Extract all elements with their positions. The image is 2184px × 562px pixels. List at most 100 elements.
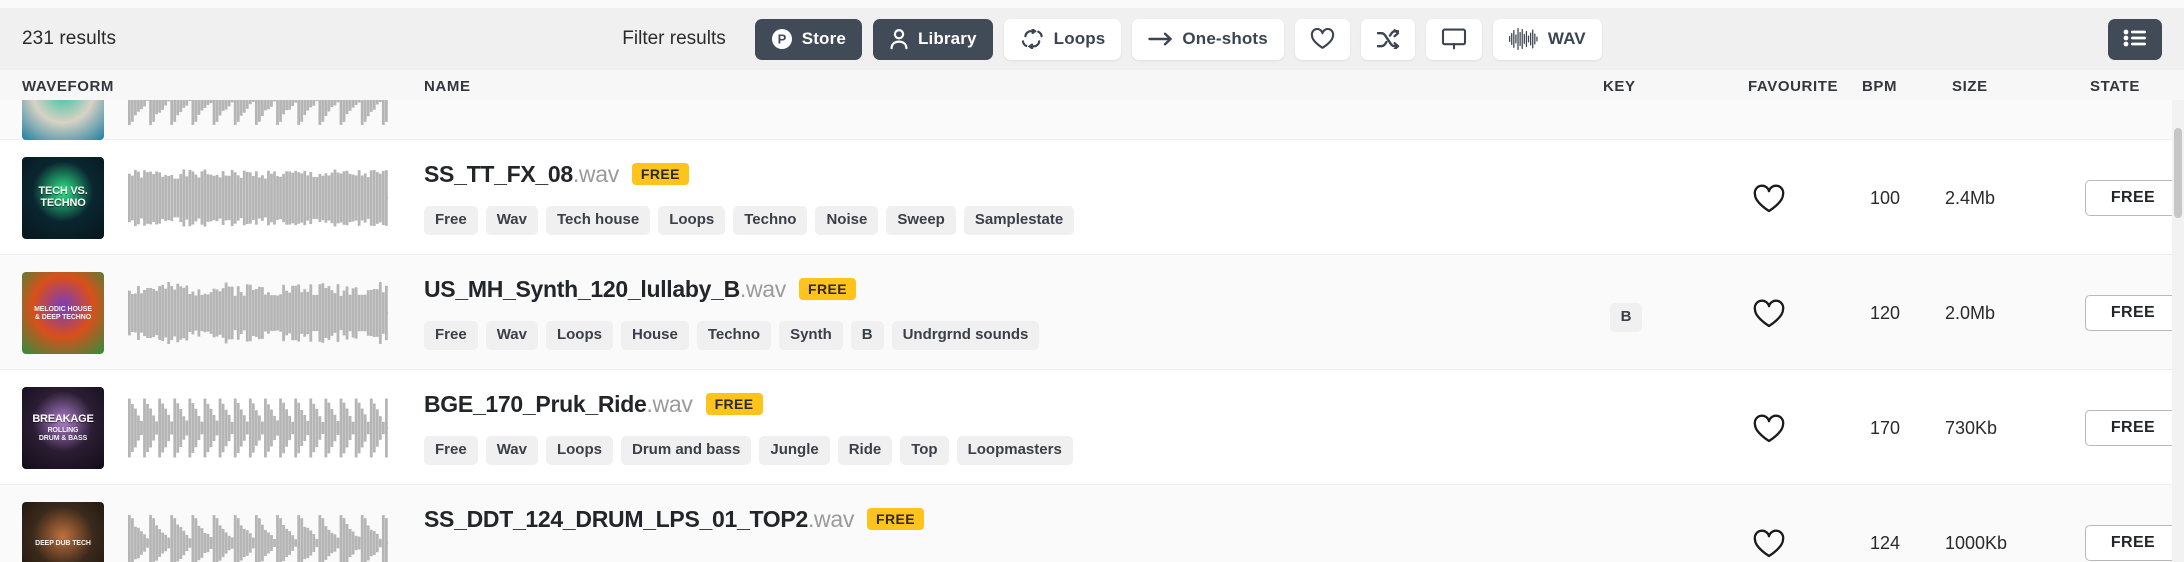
download-free-button[interactable]: FREE bbox=[2085, 180, 2181, 216]
tag-chip[interactable]: House bbox=[620, 321, 689, 350]
sample-waveform[interactable] bbox=[128, 512, 388, 562]
filter-chip-wav[interactable]: WAV bbox=[1492, 18, 1602, 60]
filter-results-label: Filter results bbox=[622, 28, 726, 49]
tag-chip[interactable]: Free bbox=[424, 206, 478, 235]
tag-chip[interactable]: Jungle bbox=[759, 436, 830, 465]
filter-chip-label: One-shots bbox=[1182, 29, 1268, 48]
heart-icon bbox=[1310, 28, 1335, 50]
results-scrollbar-thumb[interactable] bbox=[2174, 128, 2182, 218]
thumbnail-subtitle: ROLLING DRUM & BASS bbox=[38, 427, 88, 442]
thumbnail-artwork bbox=[22, 100, 104, 140]
thumbnail-title: BREAKAGE bbox=[32, 412, 94, 425]
column-header-size: SIZE bbox=[1952, 78, 1988, 95]
tag-chip[interactable]: Free bbox=[424, 436, 478, 465]
filename-base: US_MH_Synth_120_lullaby_B bbox=[424, 275, 740, 302]
filter-chip-label: Store bbox=[801, 29, 846, 48]
result-row[interactable]: TECH VS. TECHNO SS_TT_FX_08.wav FREE Free Wa… bbox=[0, 140, 2184, 255]
waveform-icon bbox=[1508, 27, 1539, 51]
tag-chip[interactable]: Loopmasters bbox=[956, 436, 1073, 465]
tag-chip[interactable]: Loops bbox=[545, 321, 613, 350]
tag-chip[interactable]: B bbox=[850, 321, 884, 350]
sample-waveform[interactable] bbox=[128, 100, 388, 128]
result-row[interactable]: MELODIC HOUSE & DEEP TECHNO US_MH_Synth_1… bbox=[0, 255, 2184, 370]
thumbnail-artwork: TECH VS. TECHNO bbox=[22, 157, 104, 239]
tag-chip[interactable]: Ride bbox=[837, 436, 893, 465]
key-badge: B bbox=[1609, 303, 1643, 332]
sample-pack-thumbnail[interactable]: TECH VS. TECHNO bbox=[22, 157, 104, 239]
filter-chip-shuffle[interactable] bbox=[1360, 18, 1415, 60]
sample-waveform[interactable] bbox=[128, 397, 388, 459]
tag-row: Free Wav Loops Drum and bass Jungle Ride Top Lo… bbox=[424, 436, 1564, 465]
favourite-heart-icon[interactable] bbox=[1752, 184, 1794, 218]
sample-pack-thumbnail[interactable] bbox=[22, 100, 104, 140]
tag-chip[interactable]: Tech house bbox=[545, 206, 651, 235]
filename-extension: .wav bbox=[572, 160, 619, 187]
favourite-heart-icon[interactable] bbox=[1752, 299, 1794, 333]
thumbnail-artwork: MELODIC HOUSE & DEEP TECHNO bbox=[22, 272, 104, 354]
tag-chip[interactable]: Loops bbox=[658, 206, 726, 235]
filename-extension: .wav bbox=[739, 275, 786, 302]
results-list: FreeWavTechnoLoopsElectroHouseKickWave a… bbox=[0, 100, 2184, 562]
filter-chip-heart[interactable] bbox=[1294, 18, 1350, 60]
tag-chip[interactable]: Drum and bass bbox=[620, 436, 752, 465]
result-row[interactable]: FreeWavTechnoLoopsElectroHouseKickWave a… bbox=[0, 100, 2184, 140]
state-cell: FREE bbox=[2085, 180, 2181, 216]
filter-chip-one-shots[interactable]: One-shots bbox=[1132, 18, 1284, 60]
tag-chip[interactable]: Techno bbox=[696, 321, 772, 350]
sample-filename[interactable]: SS_TT_FX_08.wav bbox=[424, 161, 619, 188]
tag-chip[interactable]: Techno bbox=[733, 206, 808, 235]
column-header-bpm: BPM bbox=[1862, 78, 1898, 95]
filter-chip-store[interactable]: P Store bbox=[754, 18, 862, 60]
filter-chip-label: Library bbox=[917, 29, 977, 48]
top-strip bbox=[0, 0, 2184, 8]
tag-chip[interactable]: Undrgrnd sounds bbox=[891, 321, 1040, 350]
favourite-heart-icon[interactable] bbox=[1752, 529, 1794, 562]
list-view-button[interactable] bbox=[2108, 18, 2162, 60]
download-free-button[interactable]: FREE bbox=[2085, 525, 2181, 561]
filename-line: SS_DDT_124_DRUM_LPS_01_TOP2.wav FREE bbox=[424, 505, 1564, 533]
tag-chip[interactable]: Wav bbox=[485, 206, 538, 235]
p-circle-icon: P bbox=[771, 28, 793, 50]
tag-chip[interactable]: Top bbox=[900, 436, 949, 465]
sample-waveform[interactable] bbox=[128, 167, 388, 229]
free-badge: FREE bbox=[799, 277, 856, 301]
tag-chip[interactable]: Wav bbox=[485, 321, 538, 350]
name-cell: US_MH_Synth_120_lullaby_B.wav FREE Free Wav… bbox=[424, 275, 1564, 350]
result-row[interactable]: DEEP DUB TECH SS_DDT_124_DRUM_LPS_01_TOP2… bbox=[0, 485, 2184, 562]
filter-chip-loops[interactable]: Loops bbox=[1003, 18, 1122, 60]
loop-icon bbox=[1020, 29, 1045, 49]
key-cell: B bbox=[1596, 303, 1656, 332]
filename-line: SS_TT_FX_08.wav FREE bbox=[424, 160, 1564, 188]
tag-chip[interactable]: Free bbox=[424, 321, 478, 350]
tag-chip[interactable]: Sweep bbox=[886, 206, 956, 235]
filter-chip-monitor[interactable] bbox=[1425, 18, 1482, 60]
sample-filename[interactable]: SS_DDT_124_DRUM_LPS_01_TOP2.wav bbox=[424, 506, 854, 533]
filename-base: BGE_170_Pruk_Ride bbox=[424, 390, 647, 417]
results-scrollbar-track[interactable] bbox=[2172, 100, 2184, 562]
favourite-heart-icon[interactable] bbox=[1752, 414, 1794, 448]
tag-chip[interactable]: Samplestate bbox=[963, 206, 1075, 235]
download-free-button[interactable]: FREE bbox=[2085, 410, 2181, 446]
monitor-icon bbox=[1441, 28, 1467, 50]
thumbnail-title: TECH VS. TECHNO bbox=[38, 185, 88, 209]
download-free-button[interactable]: FREE bbox=[2085, 295, 2181, 331]
sample-pack-thumbnail[interactable]: BREAKAGE ROLLING DRUM & BASS bbox=[22, 387, 104, 469]
tag-chip[interactable]: Noise bbox=[815, 206, 879, 235]
tag-row: Free Wav Loops House Techno Synth B Undrgrnd so… bbox=[424, 321, 1564, 350]
result-row[interactable]: BREAKAGE ROLLING DRUM & BASS BGE_170_Pruk_… bbox=[0, 370, 2184, 485]
bpm-value: 120 bbox=[1869, 303, 1900, 323]
tag-chip[interactable]: Synth bbox=[779, 321, 843, 350]
sample-pack-thumbnail[interactable]: DEEP DUB TECH bbox=[22, 502, 104, 562]
sample-pack-thumbnail[interactable]: MELODIC HOUSE & DEEP TECHNO bbox=[22, 272, 104, 354]
sample-filename[interactable]: BGE_170_Pruk_Ride.wav bbox=[424, 391, 693, 418]
sample-waveform[interactable] bbox=[128, 282, 388, 344]
tag-chip[interactable]: Loops bbox=[545, 436, 613, 465]
sample-filename[interactable]: US_MH_Synth_120_lullaby_B.wav bbox=[424, 276, 786, 303]
filter-chip-library[interactable]: Library bbox=[872, 18, 993, 60]
bpm-value: 100 bbox=[1869, 188, 1900, 208]
tag-chip[interactable]: Wav bbox=[485, 436, 538, 465]
shuffle-icon bbox=[1376, 29, 1400, 49]
bpm-value: 170 bbox=[1869, 418, 1900, 438]
tag-row: Free Wav Tech house Loops Techno Noise Sweep Sa… bbox=[424, 206, 1564, 235]
thumbnail-subtitle: DEEP DUB TECH bbox=[35, 540, 91, 548]
